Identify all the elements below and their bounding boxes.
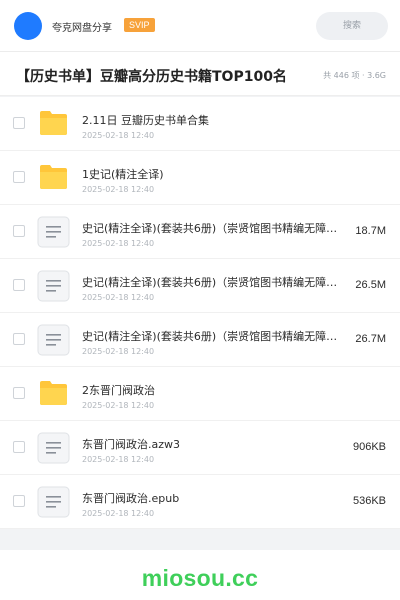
file-date: 2025-02-18 12:40	[82, 401, 155, 410]
file-date: 2025-02-18 12:40	[82, 239, 155, 248]
file-size: 26.7M	[355, 333, 386, 345]
file-date: 2025-02-18 12:40	[82, 131, 155, 140]
file-name[interactable]: 2.11日 豆瓣历史书单合集	[82, 112, 338, 128]
file-name[interactable]: 史记(精注全译)(套装共6册)（崇贤馆图书精编无障…	[82, 220, 338, 236]
checkbox[interactable]	[13, 279, 25, 291]
file-name[interactable]: 东晋门阀政治.azw3	[82, 436, 338, 452]
list-item[interactable]: 1史记(精注全译) 2025-02-18 12:40	[0, 151, 400, 205]
page-title: 【历史书单】豆瓣高分历史书籍TOP100名	[16, 69, 287, 85]
document-icon	[37, 432, 70, 464]
share-header: 【历史书单】豆瓣高分历史书籍TOP100名 共 446 项 · 3.6G	[0, 52, 400, 96]
file-size: 536KB	[352, 495, 386, 507]
watermark: miosou.cc	[141, 565, 259, 591]
file-date: 2025-02-18 12:40	[82, 455, 155, 464]
checkbox[interactable]	[13, 225, 25, 237]
document-icon	[37, 270, 70, 302]
file-size: 18.7M	[355, 225, 386, 237]
list-item[interactable]: 东晋门阀政治.azw3 2025-02-18 12:40 906KB	[0, 421, 400, 475]
svip-badge: SVIP	[124, 18, 155, 32]
file-list: 2.11日 豆瓣历史书单合集 2025-02-18 12:40 1史记(精注全译…	[0, 97, 400, 529]
folder-icon	[39, 164, 68, 190]
footer: miosou.cc	[0, 550, 400, 600]
search-input[interactable]: 搜索	[316, 12, 388, 40]
checkbox[interactable]	[13, 333, 25, 345]
file-date: 2025-02-18 12:40	[82, 185, 155, 194]
list-item[interactable]: 史记(精注全译)(套装共6册)（崇贤馆图书精编无障… 2025-02-18 12…	[0, 313, 400, 367]
file-name[interactable]: 史记(精注全译)(套装共6册)（崇贤馆图书精编无障…	[82, 274, 338, 290]
avatar[interactable]	[14, 12, 42, 40]
file-size: 26.5M	[355, 279, 386, 291]
checkbox[interactable]	[13, 387, 25, 399]
checkbox[interactable]	[13, 117, 25, 129]
folder-icon	[39, 110, 68, 136]
list-item[interactable]: 东晋门阀政治.epub 2025-02-18 12:40 536KB	[0, 475, 400, 529]
file-name[interactable]: 1史记(精注全译)	[82, 166, 338, 182]
file-date: 2025-02-18 12:40	[82, 509, 155, 518]
document-icon	[37, 324, 70, 356]
list-item[interactable]: 史记(精注全译)(套装共6册)（崇贤馆图书精编无障… 2025-02-18 12…	[0, 259, 400, 313]
document-icon	[37, 486, 70, 518]
share-meta: 共 446 项 · 3.6G	[323, 71, 386, 80]
file-name[interactable]: 2东晋门阀政治	[82, 382, 338, 398]
file-size: 906KB	[352, 441, 386, 453]
file-date: 2025-02-18 12:40	[82, 293, 155, 302]
file-date: 2025-02-18 12:40	[82, 347, 155, 356]
file-name[interactable]: 史记(精注全译)(套装共6册)（崇贤馆图书精编无障…	[82, 328, 338, 344]
list-item[interactable]: 2东晋门阀政治 2025-02-18 12:40	[0, 367, 400, 421]
file-name[interactable]: 东晋门阀政治.epub	[82, 490, 338, 506]
checkbox[interactable]	[13, 171, 25, 183]
top-bar: 夸克网盘分享 SVIP 搜索	[0, 0, 400, 52]
username[interactable]: 夸克网盘分享	[52, 19, 112, 34]
document-icon	[37, 216, 70, 248]
checkbox[interactable]	[13, 441, 25, 453]
list-item[interactable]: 2.11日 豆瓣历史书单合集 2025-02-18 12:40	[0, 97, 400, 151]
folder-icon	[39, 380, 68, 406]
list-item[interactable]: 史记(精注全译)(套装共6册)（崇贤馆图书精编无障… 2025-02-18 12…	[0, 205, 400, 259]
checkbox[interactable]	[13, 495, 25, 507]
